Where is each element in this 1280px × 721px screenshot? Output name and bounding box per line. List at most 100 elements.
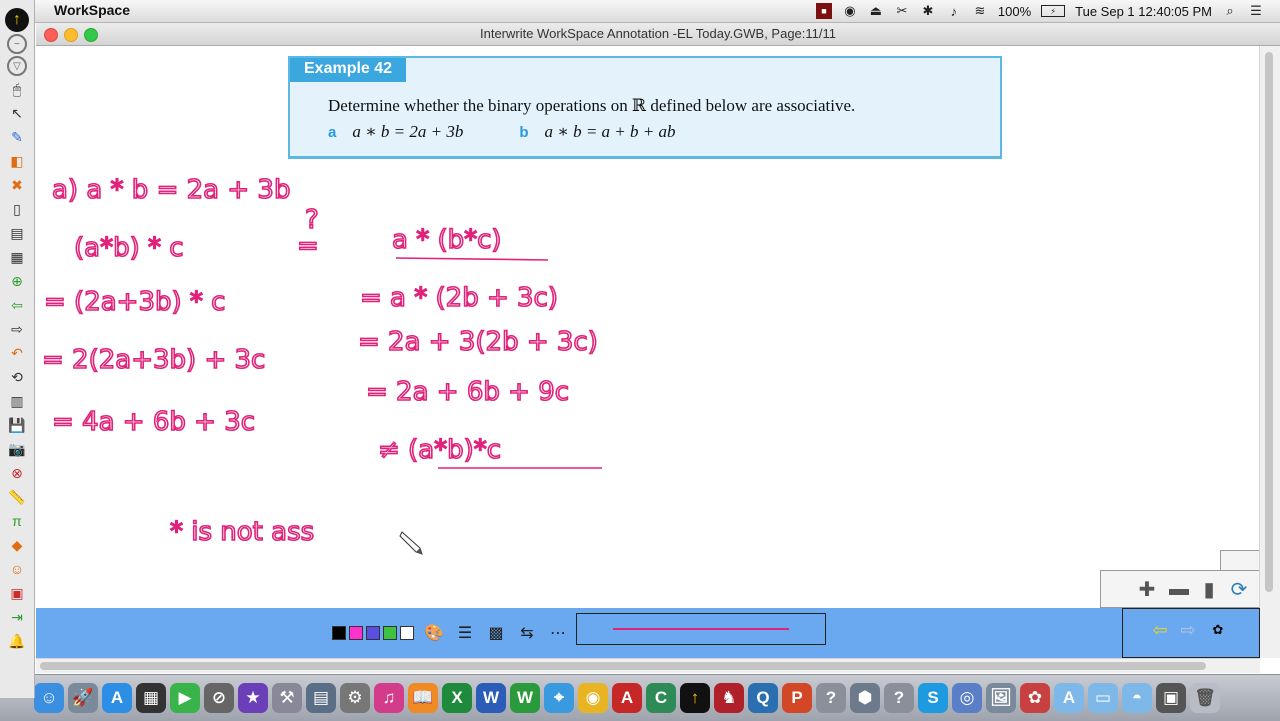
mission-control-icon[interactable]: ▦ [136, 683, 166, 713]
shapes-icon[interactable]: ◆ [5, 534, 29, 556]
lined-page-icon[interactable]: ▤ [5, 222, 29, 244]
screen-share-icon[interactable]: ◎ [952, 683, 982, 713]
gallery-icon[interactable]: ▥ [5, 390, 29, 412]
virtualbox-icon[interactable]: ⬢ [850, 683, 880, 713]
transparency-icon[interactable]: ▩ [485, 622, 507, 644]
unknown-app-icon-2[interactable]: ? [884, 683, 914, 713]
app-menu-name[interactable]: WorkSpace [54, 2, 130, 18]
preview-icon[interactable]: 🖼 [986, 683, 1016, 713]
camera-rotate-icon[interactable]: ⟲ [5, 366, 29, 388]
user-icon[interactable]: ☺ [5, 558, 29, 580]
next-page-icon[interactable]: ⇨ [5, 318, 29, 340]
pdf-export-icon[interactable]: ▣ [5, 582, 29, 604]
ibooks-icon[interactable]: 📖 [408, 683, 438, 713]
photo-booth-icon[interactable]: ✿ [1020, 683, 1050, 713]
workspace-logo-icon[interactable]: ↑ [5, 8, 29, 32]
clear-icon[interactable]: ✖ [5, 174, 29, 196]
workspace-dock-icon[interactable]: ↑ [680, 683, 710, 713]
toolbar-minimize-icon[interactable]: − [7, 34, 27, 54]
applications-folder-icon[interactable]: A [1054, 683, 1084, 713]
safari-icon[interactable]: ⌖ [544, 683, 574, 713]
mouse-mode-icon[interactable]: 🖱 [5, 78, 29, 100]
trash-icon[interactable]: 🗑 [1190, 683, 1220, 713]
camera-icon[interactable]: 📷 [5, 438, 29, 460]
recording-icon[interactable]: ■ [815, 3, 832, 19]
math-tools-icon[interactable]: π [5, 510, 29, 532]
select-arrow-icon[interactable]: ↖ [5, 102, 29, 124]
part-a-tag: a [328, 124, 337, 141]
floating-zoom-panel: ✚ ▬ ▮ ⟳ [1100, 570, 1262, 608]
toolbar-collapse-icon[interactable]: ▽ [7, 56, 27, 76]
word-icon[interactable]: W [476, 683, 506, 713]
refresh-icon[interactable]: ⟳ [1229, 579, 1249, 601]
nav-forward-icon[interactable]: ⇨ [1177, 619, 1199, 641]
battery-icon[interactable]: ⚡ [1041, 5, 1066, 17]
pointer-status-icon[interactable]: ◉ [842, 3, 858, 19]
swatch-black[interactable] [332, 626, 346, 640]
stack-icon[interactable]: ▣ [1156, 683, 1186, 713]
unknown-app-icon-1[interactable]: ? [816, 683, 846, 713]
tools-icon[interactable]: ✂ [894, 3, 910, 19]
volume-icon[interactable]: ♪ [946, 3, 962, 19]
app-store-icon[interactable]: A [102, 683, 132, 713]
chrome-icon[interactable]: ◉ [578, 683, 608, 713]
previous-page-icon[interactable]: ⇦ [5, 294, 29, 316]
bell-icon[interactable]: 🔔 [5, 630, 29, 652]
skype-icon[interactable]: S [918, 683, 948, 713]
line-width-icon[interactable]: ☰ [454, 622, 476, 644]
swatch-pink[interactable] [349, 626, 363, 640]
grid-page-icon[interactable]: ▦ [5, 246, 29, 268]
dash-style-icon[interactable]: ⋯ [547, 622, 569, 644]
ruler-icon[interactable]: 📏 [5, 486, 29, 508]
acrobat-icon[interactable]: A [612, 683, 642, 713]
page-icon[interactable]: ▮ [1199, 579, 1219, 601]
pen-cursor-icon [399, 531, 423, 555]
swatch-green[interactable] [383, 626, 397, 640]
itunes-icon[interactable]: ♫ [374, 683, 404, 713]
nav-tools-icon[interactable]: ✿ [1207, 619, 1229, 641]
excel-icon[interactable]: X [442, 683, 472, 713]
horizontal-scroll-thumb[interactable] [40, 662, 1206, 670]
eject-icon[interactable]: ⏏ [868, 3, 884, 19]
exit-icon[interactable]: ⇥ [5, 606, 29, 628]
documents-folder-icon[interactable]: ▭ [1088, 683, 1118, 713]
vertical-scrollbar[interactable] [1259, 46, 1280, 658]
photo-browser-icon[interactable]: ▤ [306, 683, 336, 713]
eraser-icon[interactable]: ◧ [5, 150, 29, 172]
close-session-icon[interactable]: ⊗ [5, 462, 29, 484]
wifi-icon[interactable]: ≋ [972, 3, 988, 19]
quicktime-icon[interactable]: Q [748, 683, 778, 713]
insert-page-icon[interactable]: ⊕ [5, 270, 29, 292]
system-preferences-icon[interactable]: ⚙ [340, 683, 370, 713]
zoom-in-icon[interactable]: ✚ [1137, 579, 1157, 601]
swatch-white[interactable] [400, 626, 414, 640]
palette-icon[interactable]: 🎨 [423, 622, 445, 644]
vertical-scroll-thumb[interactable] [1265, 52, 1273, 592]
notification-center-icon[interactable]: ☰ [1248, 3, 1264, 19]
bluetooth-icon[interactable]: ✱ [920, 3, 936, 19]
pen-tool-icon[interactable]: ✎ [5, 126, 29, 148]
blank-page-icon[interactable]: ▯ [5, 198, 29, 220]
camtasia-icon[interactable]: C [646, 683, 676, 713]
example-part-a: a a ∗ b = 2a + 3b [328, 122, 463, 142]
horizontal-scrollbar[interactable] [36, 658, 1260, 673]
zoom-out-icon[interactable]: ▬ [1169, 578, 1189, 600]
save-icon[interactable]: 💾 [5, 414, 29, 436]
swatch-blue[interactable] [366, 626, 380, 640]
spotlight-search-icon[interactable]: ⌕ [1222, 3, 1238, 19]
whiteboard-icon[interactable]: W [510, 683, 540, 713]
facetime-icon[interactable]: ▶ [170, 683, 200, 713]
line-style-icon[interactable]: ⇆ [516, 622, 538, 644]
nav-back-icon[interactable]: ⇦ [1149, 619, 1171, 641]
powerpoint-icon[interactable]: P [782, 683, 812, 713]
finder-icon[interactable]: ☺ [34, 683, 64, 713]
clock[interactable]: Tue Sep 1 12:40:05 PM [1075, 4, 1212, 19]
blocked-icon[interactable]: ⊘ [204, 683, 234, 713]
xcode-icon[interactable]: ⚒ [272, 683, 302, 713]
sketch-icon[interactable]: ♞ [714, 683, 744, 713]
pen-preview[interactable] [576, 613, 826, 645]
undo-icon[interactable]: ↶ [5, 342, 29, 364]
launchpad-icon[interactable]: 🚀 [68, 683, 98, 713]
imovie-star-icon[interactable]: ★ [238, 683, 268, 713]
downloads-folder-icon[interactable]: ◓ [1122, 683, 1152, 713]
